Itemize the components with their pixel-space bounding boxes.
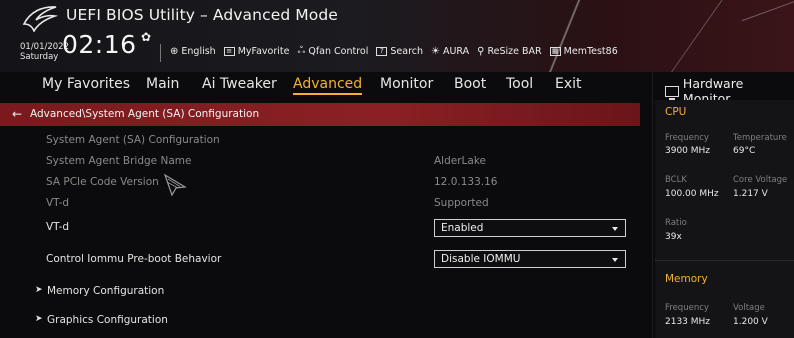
iommu-selected-value: Disable IOMMU xyxy=(441,253,521,265)
search-label: Search xyxy=(390,45,424,57)
submenu-label: Graphics Configuration xyxy=(47,314,168,326)
title-bar: UEFI BIOS Utility – Advanced Mode 01/01/… xyxy=(0,0,794,72)
divider xyxy=(652,72,653,338)
search-button[interactable]: ? Search xyxy=(376,46,423,57)
main-tab-bar: My Favorites Main Ai Tweaker Advanced Mo… xyxy=(0,72,650,100)
setting-value: 12.0.133.16 xyxy=(434,176,498,188)
setting-value: AlderLake xyxy=(434,155,486,167)
cpu-temperature-label: Temperature xyxy=(733,133,787,143)
ratio-label: Ratio xyxy=(665,218,687,228)
aura-icon: ☀ xyxy=(431,45,440,57)
tab-tool[interactable]: Tool xyxy=(506,76,533,92)
decor-line xyxy=(741,0,794,22)
setting-row: System Agent (SA) Configuration xyxy=(0,130,640,152)
setting-label: VT-d xyxy=(46,197,70,209)
tab-my-favorites[interactable]: My Favorites xyxy=(42,76,130,92)
myfavorite-label: MyFavorite xyxy=(237,45,290,57)
resize-bar-icon: ⚲ xyxy=(477,45,485,57)
globe-icon: ⊕ xyxy=(170,45,179,57)
monitor-icon xyxy=(665,85,679,100)
cpu-temperature-value: 69°C xyxy=(733,146,756,156)
search-icon: ? xyxy=(376,46,388,56)
aura-label: AURA xyxy=(442,45,470,57)
decor-line xyxy=(539,0,583,72)
chevron-right-icon: ➤ xyxy=(35,285,43,295)
vtd-setting-row[interactable]: VT-d Enabled xyxy=(0,217,640,239)
core-voltage-label: Core Voltage xyxy=(733,175,788,185)
clock-time[interactable]: 02:16 xyxy=(62,30,137,59)
setting-label: System Agent Bridge Name xyxy=(46,155,192,167)
setting-value: Supported xyxy=(434,197,489,209)
back-arrow-icon[interactable]: ← xyxy=(12,107,22,121)
tab-ai-tweaker[interactable]: Ai Tweaker xyxy=(202,76,277,92)
memtest-button[interactable]: ▦ MemTest86 xyxy=(549,45,618,57)
hardware-monitor-panel: Hardware Monitor CPU Frequency 3900 MHz … xyxy=(655,72,794,338)
qfan-control-button[interactable]: ஃ Qfan Control xyxy=(298,45,369,57)
submenu-memory-configuration[interactable]: ➤ Memory Configuration xyxy=(0,281,640,303)
submenu-label: Memory Configuration xyxy=(47,285,165,297)
vtd-label: VT-d xyxy=(46,221,70,233)
app-title: UEFI BIOS Utility – Advanced Mode xyxy=(66,6,338,24)
cpu-frequency-value: 3900 MHz xyxy=(665,146,711,156)
memory-frequency-label: Frequency xyxy=(665,303,709,313)
ratio-value: 39x xyxy=(665,232,682,242)
language-label: English xyxy=(181,45,216,57)
cpu-heading: CPU xyxy=(665,106,687,118)
cpu-frequency-label: Frequency xyxy=(665,133,709,143)
tab-boot[interactable]: Boot xyxy=(454,76,486,92)
vtd-selected-value: Enabled xyxy=(441,222,484,234)
setting-label: SA PCIe Code Version xyxy=(46,176,159,188)
iommu-setting-row[interactable]: Control Iommu Pre-boot Behavior Disable … xyxy=(0,249,640,271)
tab-exit[interactable]: Exit xyxy=(555,76,582,92)
top-toolbar: ⊕ English ≡ MyFavorite ஃ Qfan Control ? … xyxy=(170,45,626,57)
setting-row: SA PCIe Code Version 12.0.133.16 xyxy=(0,172,640,194)
core-voltage-value: 1.217 V xyxy=(733,189,768,199)
fan-icon: ஃ xyxy=(297,45,306,56)
memory-voltage-label: Voltage xyxy=(733,303,765,313)
mouse-pointer-icon xyxy=(163,173,187,197)
setting-row: VT-d Supported xyxy=(0,193,640,215)
bclk-label: BCLK xyxy=(665,175,687,185)
memory-heading: Memory xyxy=(665,273,708,285)
tab-main[interactable]: Main xyxy=(146,76,179,92)
memtest-label: MemTest86 xyxy=(563,45,618,57)
divider xyxy=(160,44,161,62)
vtd-dropdown[interactable]: Enabled xyxy=(434,219,626,237)
myfavorite-button[interactable]: ≡ MyFavorite xyxy=(223,45,290,57)
tab-advanced[interactable]: Advanced xyxy=(293,76,363,95)
qfan-label: Qfan Control xyxy=(308,45,369,57)
memory-voltage-value: 1.200 V xyxy=(733,317,768,327)
breadcrumb-path: Advanced\System Agent (SA) Configuration xyxy=(30,108,260,120)
chevron-down-icon xyxy=(612,227,618,231)
submenu-graphics-configuration[interactable]: ➤ Graphics Configuration xyxy=(0,310,640,332)
rog-logo-icon xyxy=(22,6,58,32)
memory-frequency-value: 2133 MHz xyxy=(665,317,711,327)
aura-button[interactable]: ☀ AURA xyxy=(431,46,469,57)
clock-settings-gear-icon[interactable]: ✿ xyxy=(141,30,151,44)
tab-monitor[interactable]: Monitor xyxy=(380,76,433,92)
bclk-value: 100.00 MHz xyxy=(665,189,719,199)
breadcrumb: ← Advanced\System Agent (SA) Configurati… xyxy=(0,103,640,126)
favorite-icon: ≡ xyxy=(223,46,235,56)
chevron-down-icon xyxy=(612,258,618,262)
iommu-dropdown[interactable]: Disable IOMMU xyxy=(434,250,626,268)
iommu-label: Control Iommu Pre-boot Behavior xyxy=(46,253,222,265)
chevron-right-icon: ➤ xyxy=(35,314,43,324)
decor-line xyxy=(658,0,723,72)
resize-bar-button[interactable]: ⚲ ReSize BAR xyxy=(477,46,542,57)
resize-bar-label: ReSize BAR xyxy=(487,45,542,57)
memtest-icon: ▦ xyxy=(549,46,561,56)
language-button[interactable]: ⊕ English xyxy=(170,46,216,57)
setting-row: System Agent Bridge Name AlderLake xyxy=(0,151,640,173)
section-heading: System Agent (SA) Configuration xyxy=(46,134,220,146)
divider xyxy=(655,260,794,261)
